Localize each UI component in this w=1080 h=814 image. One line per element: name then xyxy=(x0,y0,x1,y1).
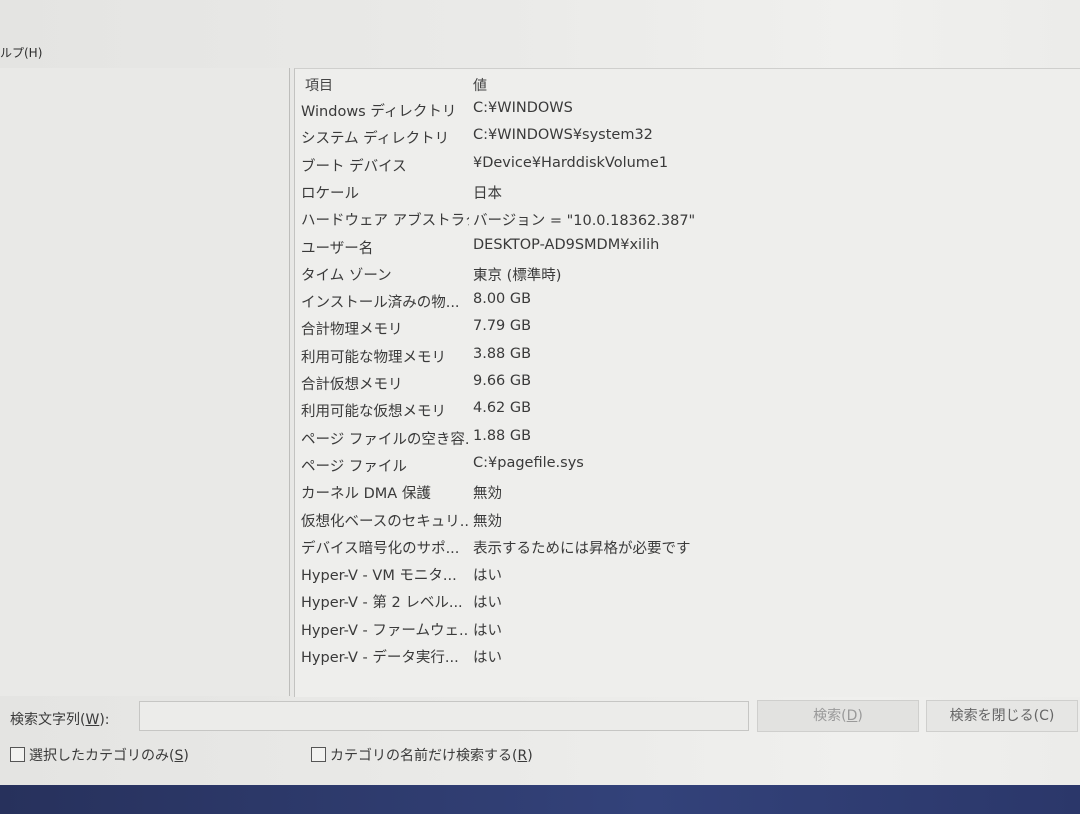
search-button[interactable]: 検索(D) xyxy=(757,700,919,732)
checkbox-box[interactable] xyxy=(10,747,25,762)
table-row[interactable]: ハードウェア アブストラク...バージョン = "10.0.18362.387" xyxy=(295,206,1080,233)
search-input[interactable] xyxy=(139,701,749,731)
row-item-cell: Hyper-V - 第 2 レベル... xyxy=(301,595,463,612)
row-item-cell: Hyper-V - VM モニタ... xyxy=(301,568,457,585)
table-row[interactable]: Hyper-V - VM モニタ... はい xyxy=(295,561,1080,588)
column-header-value[interactable]: 値 xyxy=(473,75,487,95)
row-item-cell: 利用可能な物理メモリ xyxy=(301,349,446,366)
row-value-cell: 9.66 GB xyxy=(473,373,532,389)
row-value-cell: C:¥WINDOWS¥system32 xyxy=(473,127,653,144)
menu-help[interactable]: ルプ(H) xyxy=(0,44,42,61)
row-value-cell: はい xyxy=(473,622,502,639)
row-item-cell: ロケール xyxy=(301,185,359,202)
details-list-pane[interactable]: 項目 値 Windows ディレクトリ C:¥WINDOWS システム ディレクトリ… xyxy=(294,68,1080,697)
row-value-cell: はい xyxy=(473,568,502,585)
row-value-cell: 8.00 GB xyxy=(473,291,532,308)
row-value-cell: C:¥WINDOWS xyxy=(473,100,573,116)
row-value-cell: 1.88 GB xyxy=(473,427,532,444)
row-value-cell: C:¥pagefile.sys xyxy=(473,454,584,471)
table-row[interactable]: 合計仮想メモリ 9.66 GB xyxy=(295,370,1080,397)
title-bar xyxy=(0,0,1080,36)
table-row[interactable]: Hyper-V - 第 2 レベル... はい xyxy=(295,588,1080,615)
row-item-cell: 仮想化ベースのセキュリ... xyxy=(301,513,469,530)
row-item-cell: 合計物理メモリ xyxy=(301,322,403,339)
search-label: 検索文字列(W): xyxy=(10,712,110,728)
system-information-window: ルプ(H) 項目 値 Windows ディレクトリ C:¥WINDOWS システム … xyxy=(0,0,1080,785)
row-item-cell: 利用可能な仮想メモリ xyxy=(301,404,446,421)
row-value-cell: はい xyxy=(473,595,502,612)
close-search-button[interactable]: 検索を閉じる(C) xyxy=(926,700,1078,732)
row-value-cell: 4.62 GB xyxy=(473,400,532,417)
table-row[interactable]: 合計物理メモリ 7.79 GB xyxy=(295,315,1080,342)
table-row[interactable]: ページ ファイル C:¥pagefile.sys xyxy=(295,452,1080,479)
row-value-cell: 7.79 GB xyxy=(473,318,532,335)
table-row[interactable]: 利用可能な仮想メモリ 4.62 GB xyxy=(295,397,1080,424)
row-item-cell: デバイス暗号化のサポ... xyxy=(301,540,460,557)
row-item-cell: ページ ファイル xyxy=(301,458,407,475)
row-value-cell: 表示するためには昇格が必要です xyxy=(473,540,691,557)
row-item-cell: ハードウェア アブストラク... xyxy=(301,213,469,230)
row-item-cell: インストール済みの物... xyxy=(301,295,460,312)
row-value-cell: 無効 xyxy=(473,513,502,530)
table-row[interactable]: ユーザー名 DESKTOP-AD9SMDM¥xilih xyxy=(295,234,1080,261)
table-row[interactable]: ロケール 日本 xyxy=(295,179,1080,206)
column-header-item[interactable]: 項目 xyxy=(305,75,333,95)
row-value-cell: ¥Device¥HarddiskVolume1 xyxy=(473,154,669,171)
table-row[interactable]: デバイス暗号化のサポ... 表示するためには昇格が必要です xyxy=(295,534,1080,561)
row-item-cell: タイム ゾーン xyxy=(301,267,392,284)
row-value-cell: はい xyxy=(473,650,502,666)
row-item-cell: システム ディレクトリ xyxy=(301,131,450,148)
row-value-cell: バージョン = "10.0.18362.387" xyxy=(473,213,696,230)
row-item-cell: Hyper-V - データ実行... xyxy=(301,650,459,666)
row-item-cell: Windows ディレクトリ xyxy=(301,104,457,120)
list-header: 項目 値 xyxy=(295,69,1080,97)
row-item-cell: Hyper-V - ファームウェ... xyxy=(301,622,469,639)
row-item-cell: ユーザー名 xyxy=(301,240,374,257)
table-row[interactable]: Hyper-V - ファームウェ... はい xyxy=(295,616,1080,643)
table-row[interactable]: Windows ディレクトリ C:¥WINDOWS xyxy=(295,97,1080,124)
menu-bar: ルプ(H) xyxy=(0,38,1080,66)
search-bar: 検索文字列(W): 検索(D) 検索を閉じる(C) 選択したカテゴリのみ(S) … xyxy=(0,697,1080,785)
selected-category-only-checkbox[interactable]: 選択したカテゴリのみ(S) xyxy=(10,745,189,765)
table-row[interactable]: インストール済みの物... 8.00 GB xyxy=(295,288,1080,315)
row-item-cell: ページ ファイルの空き容... xyxy=(301,431,469,448)
table-row[interactable]: カーネル DMA 保護 無効 xyxy=(295,479,1080,506)
table-row[interactable]: タイム ゾーン 東京 (標準時) xyxy=(295,261,1080,288)
table-row[interactable]: ページ ファイルの空き容... 1.88 GB xyxy=(295,425,1080,452)
row-value-cell: 東京 (標準時) xyxy=(473,267,562,284)
row-item-cell: 合計仮想メモリ xyxy=(301,377,403,393)
row-value-cell: DESKTOP-AD9SMDM¥xilih xyxy=(473,236,660,253)
checkbox-box[interactable] xyxy=(311,747,326,762)
table-row[interactable]: Hyper-V - データ実行... はい xyxy=(295,643,1080,670)
table-row[interactable]: 利用可能な物理メモリ 3.88 GB xyxy=(295,343,1080,370)
table-row[interactable]: 仮想化ベースのセキュリ... 無効 xyxy=(295,507,1080,534)
category-tree-pane[interactable] xyxy=(0,68,290,696)
search-category-names-checkbox[interactable]: カテゴリの名前だけ検索する(R) xyxy=(311,745,533,765)
table-row[interactable]: システム ディレクトリ C:¥WINDOWS¥system32 xyxy=(295,124,1080,151)
taskbar xyxy=(0,785,1080,814)
row-item-cell: カーネル DMA 保護 xyxy=(301,486,431,503)
row-value-cell: 日本 xyxy=(473,185,502,202)
table-row[interactable]: ブート デバイス ¥Device¥HarddiskVolume1 xyxy=(295,152,1080,179)
row-item-cell: ブート デバイス xyxy=(301,158,407,175)
row-value-cell: 無効 xyxy=(473,486,502,503)
row-value-cell: 3.88 GB xyxy=(473,345,532,362)
